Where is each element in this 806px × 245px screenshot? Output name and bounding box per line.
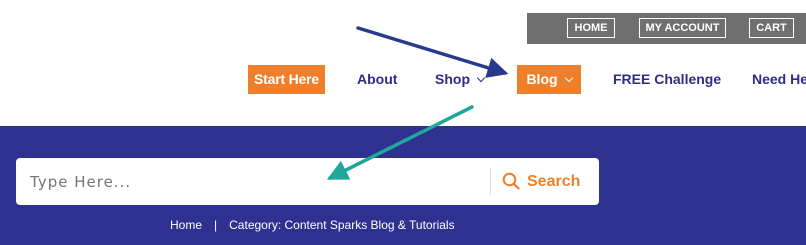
nav-start-here-button[interactable]: Start Here — [248, 65, 325, 94]
search-icon — [502, 172, 520, 190]
search-input[interactable] — [30, 158, 480, 205]
search-button[interactable]: Search — [500, 158, 595, 205]
nav-free-challenge-link[interactable]: FREE Challenge — [613, 65, 721, 94]
breadcrumb-current: Category: Content Sparks Blog & Tutorial… — [229, 218, 455, 232]
utility-bar: HOME MY ACCOUNT CART — [527, 13, 806, 44]
nav-about-link[interactable]: About — [357, 65, 397, 94]
hero-banner: Search Home | Category: Content Sparks Blo… — [0, 126, 806, 245]
chevron-down-icon — [476, 73, 486, 83]
breadcrumb-home-link[interactable]: Home — [170, 218, 202, 232]
search-bar: Search — [16, 158, 599, 205]
nav-blog-label: Blog — [526, 71, 558, 87]
chevron-down-icon — [564, 73, 573, 83]
breadcrumb-separator: | — [214, 218, 218, 232]
nav-need-help-link[interactable]: Need Hel — [752, 65, 806, 94]
nav-shop-label: Shop — [435, 71, 470, 87]
search-button-label: Search — [527, 173, 581, 190]
nav-shop-menu[interactable]: Shop — [435, 65, 486, 94]
search-divider — [490, 168, 491, 195]
breadcrumb: Home | Category: Content Sparks Blog & Tut… — [170, 217, 455, 233]
cart-link[interactable]: CART — [749, 18, 794, 38]
my-account-link[interactable]: MY ACCOUNT — [639, 18, 726, 38]
home-link[interactable]: HOME — [567, 18, 615, 38]
nav-blog-menu[interactable]: Blog — [517, 65, 581, 94]
